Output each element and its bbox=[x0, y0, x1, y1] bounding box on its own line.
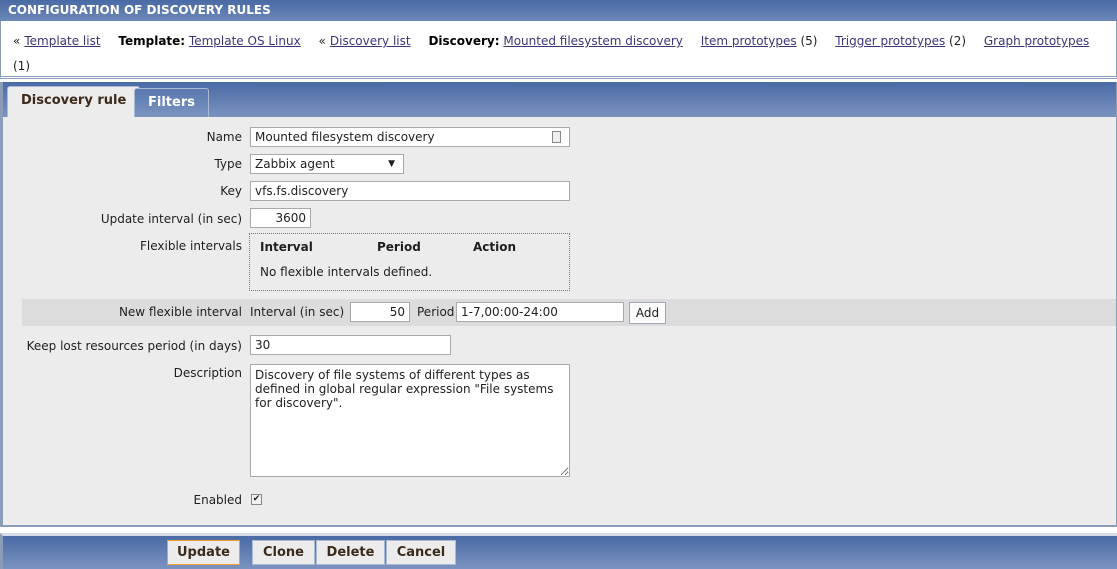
discovery-list-link[interactable]: Discovery list bbox=[330, 34, 411, 48]
key-input[interactable]: vfs.fs.discovery bbox=[250, 181, 570, 201]
interval-input[interactable]: 50 bbox=[350, 302, 410, 322]
name-input[interactable]: Mounted filesystem discovery bbox=[250, 127, 570, 147]
key-value: vfs.fs.discovery bbox=[255, 184, 349, 198]
page-title: CONFIGURATION OF DISCOVERY RULES bbox=[0, 0, 1117, 21]
form-footer: Update Clone Delete Cancel bbox=[0, 533, 1117, 569]
check-icon: ✔ bbox=[252, 494, 261, 504]
interval-label: Interval (in sec) bbox=[250, 305, 345, 319]
discovery-name-link[interactable]: Mounted filesystem discovery bbox=[503, 34, 683, 48]
column-header-interval: Interval bbox=[260, 240, 313, 254]
cancel-button[interactable]: Cancel bbox=[386, 540, 456, 565]
back-marker: « bbox=[13, 34, 21, 48]
name-value: Mounted filesystem discovery bbox=[255, 130, 435, 144]
new-flexible-interval-row: New flexible interval Interval (in sec) … bbox=[22, 299, 1116, 326]
description-label: Description bbox=[173, 366, 242, 380]
period-label: Period bbox=[417, 305, 455, 319]
period-value: 1-7,00:00-24:00 bbox=[461, 305, 558, 319]
update-interval-input[interactable]: 3600 bbox=[250, 208, 311, 228]
period-input[interactable]: 1-7,00:00-24:00 bbox=[456, 302, 624, 322]
column-header-period: Period bbox=[377, 240, 421, 254]
graph-prototypes-count: (1) bbox=[13, 59, 30, 73]
flexible-intervals-label: Flexible intervals bbox=[140, 239, 242, 253]
tab-filters[interactable]: Filters bbox=[134, 88, 209, 117]
template-name-link[interactable]: Template OS Linux bbox=[189, 34, 301, 48]
template-list-link[interactable]: Template list bbox=[24, 34, 100, 48]
item-prototypes-count: (5) bbox=[800, 34, 818, 48]
update-interval-value: 3600 bbox=[275, 211, 306, 225]
breadcrumb: «Template list Template: Template OS Lin… bbox=[0, 21, 1117, 98]
column-header-action: Action bbox=[473, 240, 517, 254]
type-value: Zabbix agent bbox=[255, 157, 335, 171]
add-button[interactable]: Add bbox=[629, 302, 666, 324]
description-textarea[interactable]: Discovery of file systems of different t… bbox=[250, 364, 570, 477]
type-label: Type bbox=[214, 157, 242, 171]
keep-lost-label: Keep lost resources period (in days) bbox=[26, 339, 242, 353]
discovery-rule-form: Name Mounted filesystem discovery Type Z… bbox=[0, 117, 1117, 527]
item-prototypes-link[interactable]: Item prototypes bbox=[701, 34, 797, 48]
name-label: Name bbox=[206, 130, 242, 144]
flexible-intervals-table: Interval Period Action No flexible inter… bbox=[249, 233, 570, 291]
input-helper-icon bbox=[552, 131, 561, 143]
back-marker: « bbox=[318, 34, 326, 48]
new-flexible-interval-label: New flexible interval bbox=[118, 305, 242, 319]
clone-button[interactable]: Clone bbox=[252, 540, 315, 565]
trigger-prototypes-link[interactable]: Trigger prototypes bbox=[835, 34, 945, 48]
update-button[interactable]: Update bbox=[167, 540, 240, 565]
trigger-prototypes-count: (2) bbox=[949, 34, 967, 48]
tab-bar: Discovery rule Filters bbox=[0, 82, 1117, 117]
template-label: Template: bbox=[118, 34, 186, 48]
enabled-checkbox[interactable]: ✔ bbox=[251, 494, 262, 505]
keep-lost-value: 30 bbox=[255, 338, 271, 352]
keep-lost-input[interactable]: 30 bbox=[250, 335, 451, 355]
enabled-label: Enabled bbox=[193, 493, 243, 507]
interval-value: 50 bbox=[389, 305, 405, 319]
key-label: Key bbox=[220, 184, 242, 198]
discovery-label: Discovery: bbox=[428, 34, 500, 48]
chevron-down-icon: ▼ bbox=[388, 159, 395, 169]
update-interval-label: Update interval (in sec) bbox=[100, 212, 242, 226]
delete-button[interactable]: Delete bbox=[316, 540, 385, 565]
tab-discovery-rule[interactable]: Discovery rule bbox=[7, 86, 141, 117]
graph-prototypes-link[interactable]: Graph prototypes bbox=[984, 34, 1089, 48]
empty-message: No flexible intervals defined. bbox=[260, 265, 433, 279]
type-select[interactable]: Zabbix agent ▼ bbox=[250, 154, 404, 174]
